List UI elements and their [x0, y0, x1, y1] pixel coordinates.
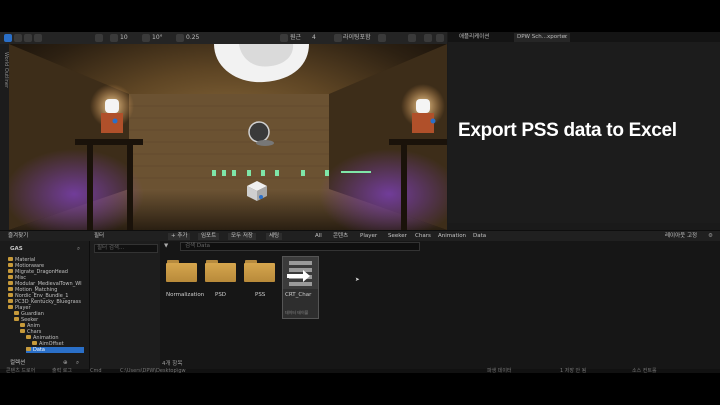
rotation-snap-value[interactable]: 10°	[152, 33, 163, 43]
grid-snap-value[interactable]: 10	[120, 33, 128, 43]
folder-icon	[26, 335, 31, 339]
maximize-icon[interactable]	[436, 34, 444, 42]
folder-icon	[8, 269, 13, 273]
folder-icon	[8, 293, 13, 297]
close-tab-icon[interactable]: ×	[560, 33, 571, 42]
breadcrumb-animation[interactable]: Animation	[438, 233, 466, 240]
filter-search-input[interactable]: 필터 검색...	[94, 244, 158, 253]
breadcrumb-seeker[interactable]: Seeker	[388, 233, 407, 240]
filter-dropdown[interactable]: ▼	[164, 243, 168, 250]
add-collection-icon[interactable]: ⊕	[63, 360, 68, 367]
viewport-scene	[9, 44, 447, 230]
folder-icon	[8, 257, 13, 261]
filter-header[interactable]: 필터	[94, 233, 104, 240]
asset-label: Normalization	[166, 292, 205, 298]
favorites-header[interactable]: 즐겨찾기	[8, 233, 28, 240]
breadcrumb-player[interactable]: Player	[360, 233, 377, 240]
camera-speed[interactable]: 4	[312, 33, 316, 43]
settings-gear-icon[interactable]	[408, 34, 416, 42]
asset-view: ▼ 검색 Data Normalization PSD PSS CRT_Char…	[160, 241, 720, 369]
folder-icon	[8, 299, 13, 303]
folder-icon	[8, 287, 13, 291]
select-mode-icon[interactable]	[4, 34, 12, 42]
asset-label: CRT_Char	[285, 292, 312, 298]
folder-icon	[8, 281, 13, 285]
tab-application[interactable]: 애플리케이션	[456, 33, 492, 42]
folder-icon	[32, 341, 37, 345]
breadcrumb-all[interactable]: All	[315, 233, 322, 240]
folder-icon	[20, 323, 25, 327]
add-button[interactable]: + 추가	[168, 233, 191, 240]
folder-normalization[interactable]	[166, 260, 197, 282]
filter-pane: 필터 검색...	[90, 241, 161, 369]
sources-tree-pane: GAS ⌕ Material Motionware Migrate_Dragon…	[0, 241, 90, 369]
folder-icon	[14, 317, 19, 321]
rotate-icon[interactable]	[24, 34, 32, 42]
folder-icon	[8, 275, 13, 279]
collections-header[interactable]: 컬렉션	[10, 360, 25, 367]
asset-label: PSD	[215, 292, 227, 298]
viewport-layout-icon[interactable]	[424, 34, 432, 42]
lock-layout-button[interactable]: 레이아웃 고정	[665, 233, 697, 240]
show-flags-icon[interactable]	[378, 34, 386, 42]
settings-gear-icon[interactable]: ⚙	[708, 233, 713, 240]
folder-pss[interactable]	[244, 260, 275, 282]
scripted-exporter-panel: Export PSS data to Excel	[448, 32, 720, 223]
asset-label: PSS	[255, 292, 266, 298]
camera-icon[interactable]	[280, 34, 288, 42]
surface-snap-icon[interactable]	[110, 34, 118, 42]
item-count: 4개 항목	[162, 361, 183, 367]
bottom-black-bar	[0, 373, 720, 405]
rotation-snap-icon[interactable]	[142, 34, 150, 42]
search-icon[interactable]: ⌕	[76, 360, 79, 367]
overlay-caption: Export PSS data to Excel	[458, 120, 677, 141]
lit-icon[interactable]	[334, 34, 342, 42]
breadcrumb-data[interactable]: Data	[473, 233, 486, 240]
world-outliner-label: World Outliner	[3, 52, 9, 89]
right-panel-tabs: 애플리케이션 DPW Sch...xporter ×	[448, 32, 720, 42]
tree-item-selected[interactable]: Data	[26, 347, 84, 353]
scale-snap-icon[interactable]	[176, 34, 184, 42]
asset-type-label: 데이터 테이블	[285, 310, 309, 315]
level-viewport[interactable]	[9, 44, 447, 230]
datatable-asset[interactable]: CRT_Char 데이터 테이블	[282, 256, 319, 319]
folder-icon	[20, 329, 25, 333]
lit-dropdown[interactable]: 라이팅포함	[343, 33, 371, 43]
world-space-icon[interactable]	[95, 34, 103, 42]
search-icon[interactable]: ⌕	[77, 246, 80, 253]
top-black-bar	[0, 0, 720, 32]
perspective-dropdown[interactable]: 원근	[290, 33, 301, 43]
folder-psd[interactable]	[205, 260, 236, 282]
scale-snap-value[interactable]: 0.25	[186, 33, 199, 43]
folder-icon	[8, 305, 13, 309]
breadcrumb-chars[interactable]: Chars	[415, 233, 431, 240]
save-all-button[interactable]: 모두 저장	[228, 233, 256, 240]
project-root-label[interactable]: GAS	[10, 246, 23, 253]
folder-icon	[8, 263, 13, 267]
folder-tree: Material Motionware Migrate_DragonHead M…	[0, 255, 89, 356]
mouse-cursor-icon: ➤	[355, 277, 360, 283]
data-table-icon	[283, 257, 318, 289]
settings-button[interactable]: 세팅	[266, 233, 283, 240]
folder-icon	[14, 311, 19, 315]
asset-search-input[interactable]: 검색 Data	[180, 242, 420, 251]
import-button[interactable]: 임포트	[198, 233, 220, 240]
folder-icon	[26, 347, 31, 351]
translate-icon[interactable]	[14, 34, 22, 42]
scale-icon[interactable]	[34, 34, 42, 42]
breadcrumb-content[interactable]: 콘텐츠	[333, 233, 348, 240]
